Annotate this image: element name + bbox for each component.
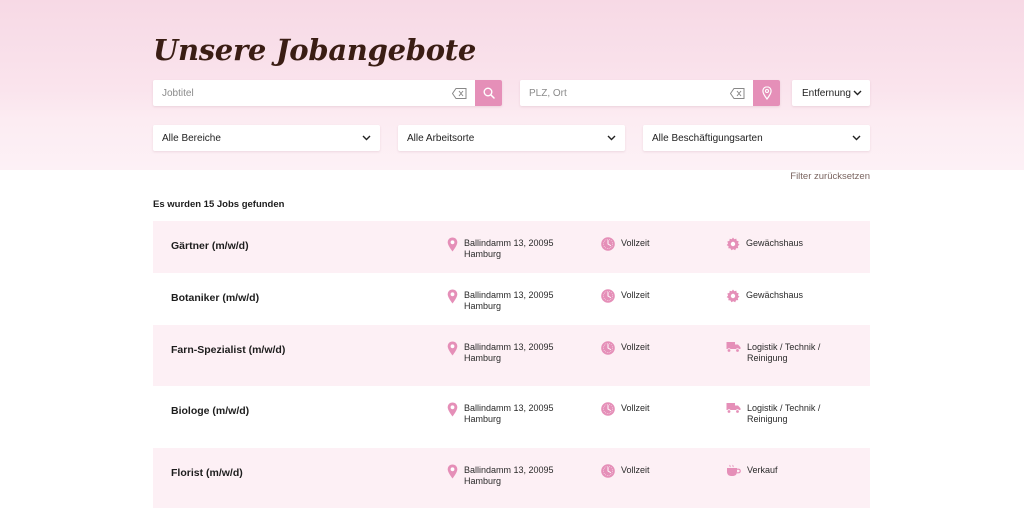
department-label: Logistik / Technik / xyxy=(747,403,821,413)
location-pin-icon xyxy=(447,341,458,356)
address-city: Hamburg xyxy=(464,476,502,486)
job-employment-type: Vollzeit xyxy=(601,464,691,478)
location-pin-icon xyxy=(447,402,458,417)
location-filter-label: Alle Arbeitsorte xyxy=(407,132,475,144)
employment-type-label: Vollzeit xyxy=(621,403,650,413)
employment-type-label: Vollzeit xyxy=(621,465,650,475)
location-search-button[interactable] xyxy=(753,80,780,106)
sort-label: Entfernung xyxy=(802,87,851,99)
chevron-down-icon xyxy=(607,135,616,141)
job-row[interactable]: Farn-Spezialist (m/w/d) Ballindamm 13, 2… xyxy=(153,325,870,386)
job-row[interactable]: Gärtner (m/w/d) Ballindamm 13, 20095 Hamb… xyxy=(153,221,870,273)
address-line: Ballindamm 13, 20095 xyxy=(464,290,554,300)
chevron-down-icon xyxy=(853,90,862,96)
location-pin-icon xyxy=(447,289,458,304)
job-list: Gärtner (m/w/d) Ballindamm 13, 20095 Hamb… xyxy=(153,221,870,508)
job-employment-type: Vollzeit xyxy=(601,341,691,355)
job-department: Gewächshaus xyxy=(726,289,856,303)
address-line: Ballindamm 13, 20095 xyxy=(464,403,554,413)
clock-icon xyxy=(601,402,615,416)
location-search-box xyxy=(520,80,780,106)
employment-type-label: Vollzeit xyxy=(621,290,650,300)
job-department: Gewächshaus xyxy=(726,237,856,251)
job-location: Ballindamm 13, 20095 Hamburg xyxy=(447,402,567,425)
location-pin-icon xyxy=(447,464,458,479)
address-line: Ballindamm 13, 20095 xyxy=(464,238,554,248)
department-label: Logistik / Technik / xyxy=(747,342,821,352)
gear-icon xyxy=(726,237,740,251)
department-label: Gewächshaus xyxy=(746,290,804,300)
employment-type-label: Vollzeit xyxy=(621,238,650,248)
job-employment-type: Vollzeit xyxy=(601,237,691,251)
hero-header: Unsere Jobangebote Entfernu xyxy=(0,0,1024,170)
department-label: Gewächshaus xyxy=(746,238,804,248)
job-department: Verkauf xyxy=(726,464,856,477)
clock-icon xyxy=(601,464,615,478)
job-search-box xyxy=(153,80,502,106)
job-title: Farn-Spezialist (m/w/d) xyxy=(171,344,286,356)
job-title: Florist (m/w/d) xyxy=(171,467,243,479)
job-title-input[interactable] xyxy=(153,80,452,106)
clear-icon[interactable] xyxy=(452,88,467,99)
truck-icon xyxy=(726,403,741,414)
chevron-down-icon xyxy=(362,135,371,141)
area-filter-label: Alle Bereiche xyxy=(162,132,221,144)
clock-icon xyxy=(601,341,615,355)
clock-icon xyxy=(601,289,615,303)
employment-type-filter-select[interactable]: Alle Beschäftigungsarten xyxy=(643,125,870,151)
address-line: Ballindamm 13, 20095 xyxy=(464,342,554,352)
address-city: Hamburg xyxy=(464,301,502,311)
gear-icon xyxy=(726,289,740,303)
clock-icon xyxy=(601,237,615,251)
location-pin-icon xyxy=(761,86,772,100)
job-title: Botaniker (m/w/d) xyxy=(171,292,260,304)
clear-icon[interactable] xyxy=(730,88,745,99)
sort-select[interactable]: Entfernung xyxy=(792,80,870,106)
coffee-cup-icon xyxy=(727,464,741,476)
truck-icon xyxy=(726,342,741,353)
location-filter-select[interactable]: Alle Arbeitsorte xyxy=(398,125,625,151)
address-line: Ballindamm 13, 20095 xyxy=(464,465,554,475)
job-location: Ballindamm 13, 20095 Hamburg xyxy=(447,289,567,312)
job-row[interactable]: Florist (m/w/d) Ballindamm 13, 20095 Hamb… xyxy=(153,448,870,508)
job-location: Ballindamm 13, 20095 Hamburg xyxy=(447,237,567,260)
job-row[interactable]: Biologe (m/w/d) Ballindamm 13, 20095 Hamb… xyxy=(153,386,870,448)
location-pin-icon xyxy=(447,237,458,252)
page-title: Unsere Jobangebote xyxy=(153,33,476,67)
job-location: Ballindamm 13, 20095 Hamburg xyxy=(447,464,567,487)
address-city: Hamburg xyxy=(464,414,502,424)
chevron-down-icon xyxy=(852,135,861,141)
job-title: Biologe (m/w/d) xyxy=(171,405,250,417)
address-city: Hamburg xyxy=(464,249,502,259)
address-city: Hamburg xyxy=(464,353,502,363)
job-search-button[interactable] xyxy=(475,80,502,106)
job-row[interactable]: Botaniker (m/w/d) Ballindamm 13, 20095 Ha… xyxy=(153,273,870,325)
area-filter-select[interactable]: Alle Bereiche xyxy=(153,125,380,151)
department-label-cont: Reinigung xyxy=(747,353,788,363)
location-input[interactable] xyxy=(520,80,729,106)
job-employment-type: Vollzeit xyxy=(601,402,691,416)
job-employment-type: Vollzeit xyxy=(601,289,691,303)
job-department: Logistik / Technik / Reinigung xyxy=(726,402,856,425)
reset-filters-link[interactable]: Filter zurücksetzen xyxy=(790,171,870,182)
employment-type-filter-label: Alle Beschäftigungsarten xyxy=(652,132,763,144)
job-title: Gärtner (m/w/d) xyxy=(171,240,249,252)
search-icon xyxy=(483,87,495,99)
job-location: Ballindamm 13, 20095 Hamburg xyxy=(447,341,567,364)
results-count: Es wurden 15 Jobs gefunden xyxy=(153,199,285,210)
department-label: Verkauf xyxy=(747,465,778,475)
employment-type-label: Vollzeit xyxy=(621,342,650,352)
job-department: Logistik / Technik / Reinigung xyxy=(726,341,856,364)
department-label-cont: Reinigung xyxy=(747,414,788,424)
